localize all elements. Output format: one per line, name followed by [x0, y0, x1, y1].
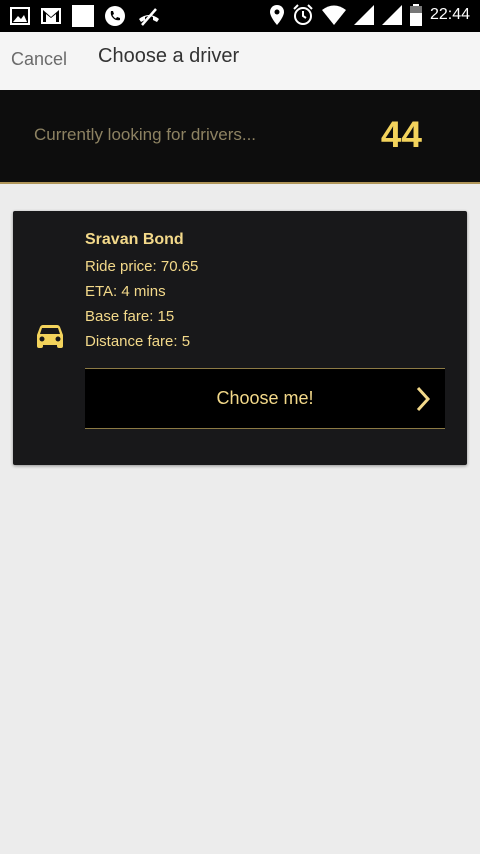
- search-status-banner: Currently looking for drivers... 44: [0, 90, 480, 184]
- search-status-text: Currently looking for drivers...: [34, 125, 257, 144]
- cancel-button[interactable]: Cancel: [11, 49, 67, 70]
- notification-icons: [10, 5, 162, 27]
- gallery-icon: [10, 6, 30, 26]
- blank-notification-icon: [72, 5, 94, 27]
- missed-call-icon: [136, 5, 162, 27]
- choose-driver-button[interactable]: Choose me!: [85, 368, 445, 429]
- car-icon: [35, 324, 65, 355]
- header: Cancel Choose a driver: [0, 32, 480, 90]
- alarm-icon: [292, 4, 314, 26]
- base-fare: Base fare: 15: [85, 308, 175, 325]
- driver-card: Sravan Bond Ride price: 70.65 ETA: 4 min…: [13, 211, 467, 465]
- eta: ETA: 4 mins: [85, 283, 166, 300]
- countdown-counter: 44: [380, 114, 422, 155]
- signal-icon: [381, 5, 402, 25]
- phone-icon: [104, 5, 126, 27]
- signal-icon: [353, 5, 374, 25]
- status-bar: 22:44: [0, 0, 480, 32]
- battery-icon: [409, 4, 422, 26]
- distance-fare: Distance fare: 5: [85, 333, 191, 350]
- choose-driver-label: Choose me!: [216, 388, 314, 408]
- location-icon: [269, 5, 284, 25]
- chevron-right-icon: [415, 386, 431, 417]
- system-icons: 22:44: [269, 4, 470, 26]
- driver-name: Sravan Bond: [85, 231, 184, 248]
- ride-price: Ride price: 70.65: [85, 258, 199, 275]
- wifi-icon: [321, 5, 346, 25]
- status-time: 22:44: [429, 6, 470, 23]
- page-title: Choose a driver: [98, 45, 240, 67]
- gmail-icon: [40, 7, 62, 25]
- driver-info: Sravan Bond Ride price: 70.65 ETA: 4 min…: [85, 229, 198, 354]
